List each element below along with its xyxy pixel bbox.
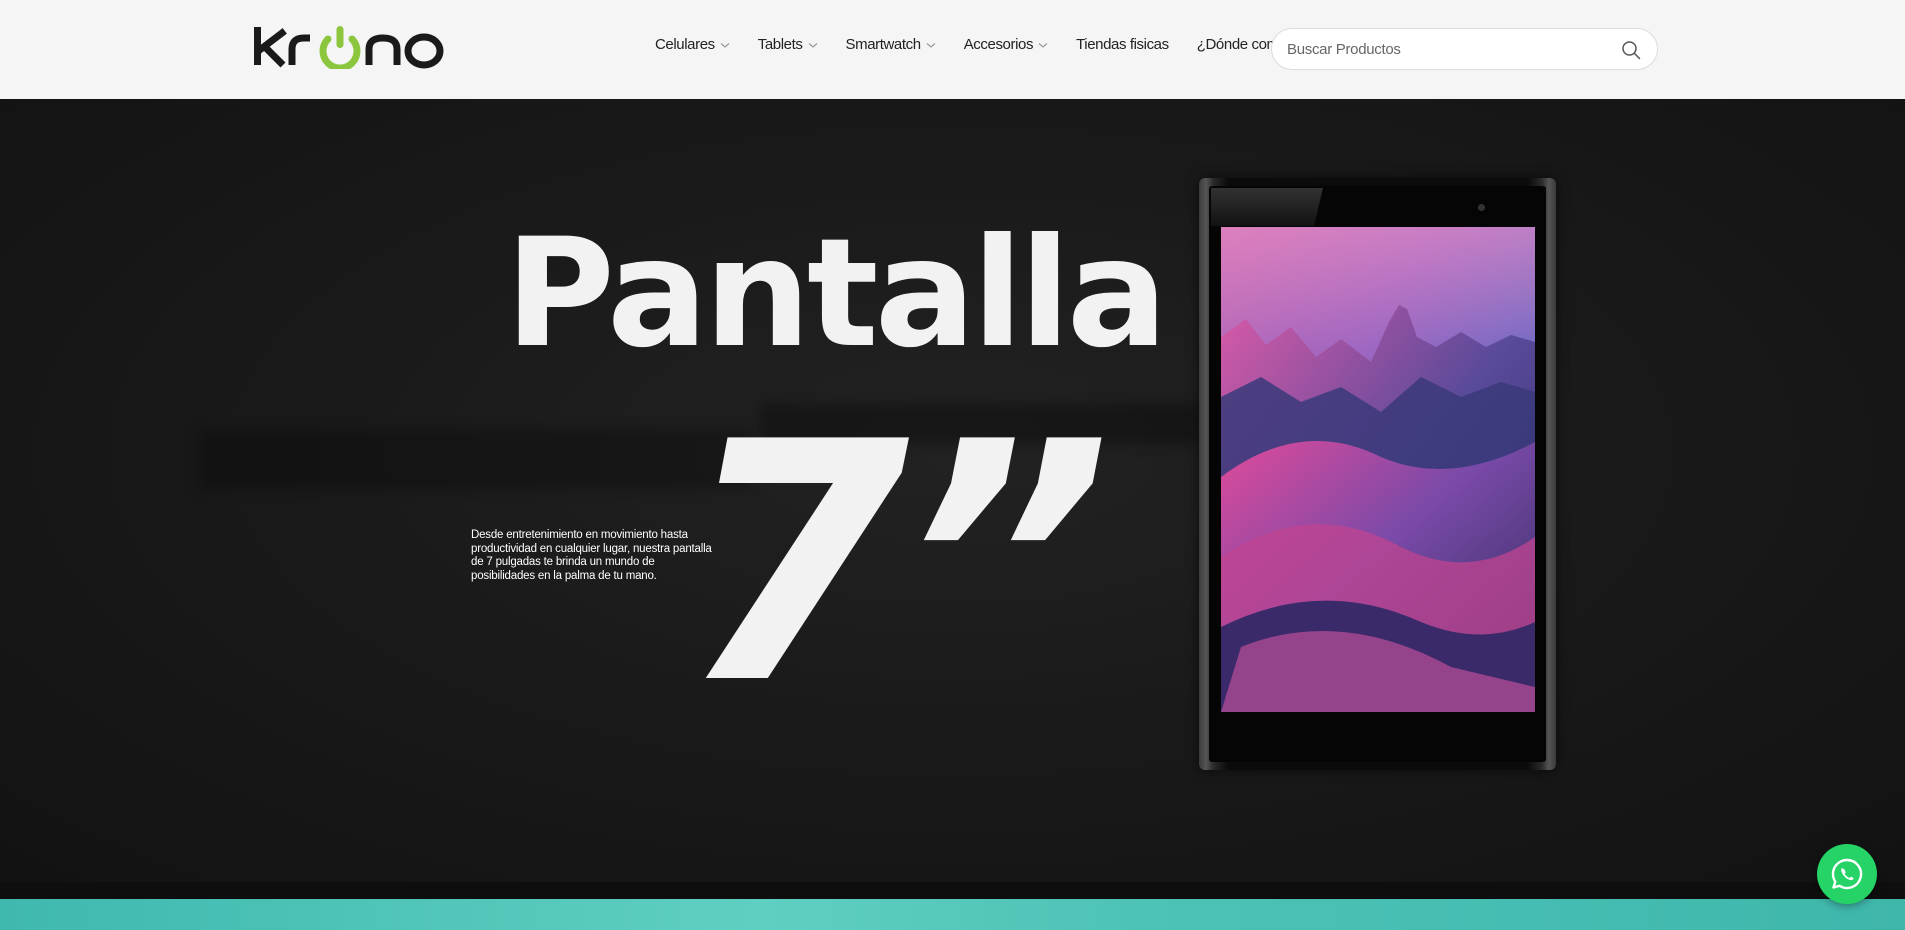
- nav-item-tiendas-fisicas[interactable]: Tiendas fisicas: [1076, 36, 1169, 53]
- search-box: [1271, 28, 1658, 70]
- hero-headline: Pantalla: [505, 207, 1168, 381]
- hero-banner: Pantalla 7” Desde entretenimiento en mov…: [0, 99, 1905, 882]
- site-header: Celulares Tablets Smartwatch Accesorios …: [0, 0, 1905, 99]
- tablet-image: [1199, 178, 1556, 770]
- background-shadow: [200, 429, 750, 489]
- main-nav: Celulares Tablets Smartwatch Accesorios …: [655, 36, 1355, 53]
- nav-item-label: Celulares: [655, 36, 715, 53]
- tablet-glare: [1211, 188, 1323, 226]
- tablet-screen-wallpaper: [1221, 227, 1535, 712]
- chevron-down-icon: [926, 42, 936, 48]
- nav-item-tablets[interactable]: Tablets: [758, 36, 818, 53]
- chevron-down-icon: [1038, 42, 1048, 48]
- chevron-down-icon: [720, 42, 730, 48]
- mountain-landscape-image: [1221, 227, 1535, 712]
- nav-item-label: Smartwatch: [845, 36, 922, 53]
- next-section-band: [0, 899, 1905, 930]
- nav-item-celulares[interactable]: Celulares: [655, 36, 730, 53]
- hero-screen-size: 7”: [680, 372, 1112, 756]
- nav-item-label: Accesorios: [963, 36, 1034, 53]
- nav-item-label: Tablets: [757, 36, 803, 53]
- hero-description: Desde entretenimiento en movimiento hast…: [471, 529, 712, 582]
- nav-item-smartwatch[interactable]: Smartwatch: [846, 36, 936, 53]
- tablet-camera: [1478, 204, 1485, 211]
- whatsapp-button[interactable]: [1817, 844, 1877, 904]
- search-input[interactable]: [1287, 40, 1607, 58]
- search-icon[interactable]: [1621, 40, 1641, 60]
- krono-logo-image: [254, 26, 444, 69]
- nav-item-label: Tiendas fisicas: [1076, 36, 1169, 53]
- nav-item-accesorios[interactable]: Accesorios: [964, 36, 1048, 53]
- chevron-down-icon: [808, 42, 817, 48]
- section-divider: [0, 882, 1905, 899]
- whatsapp-icon: [1831, 858, 1863, 890]
- krono-logo[interactable]: [252, 22, 446, 72]
